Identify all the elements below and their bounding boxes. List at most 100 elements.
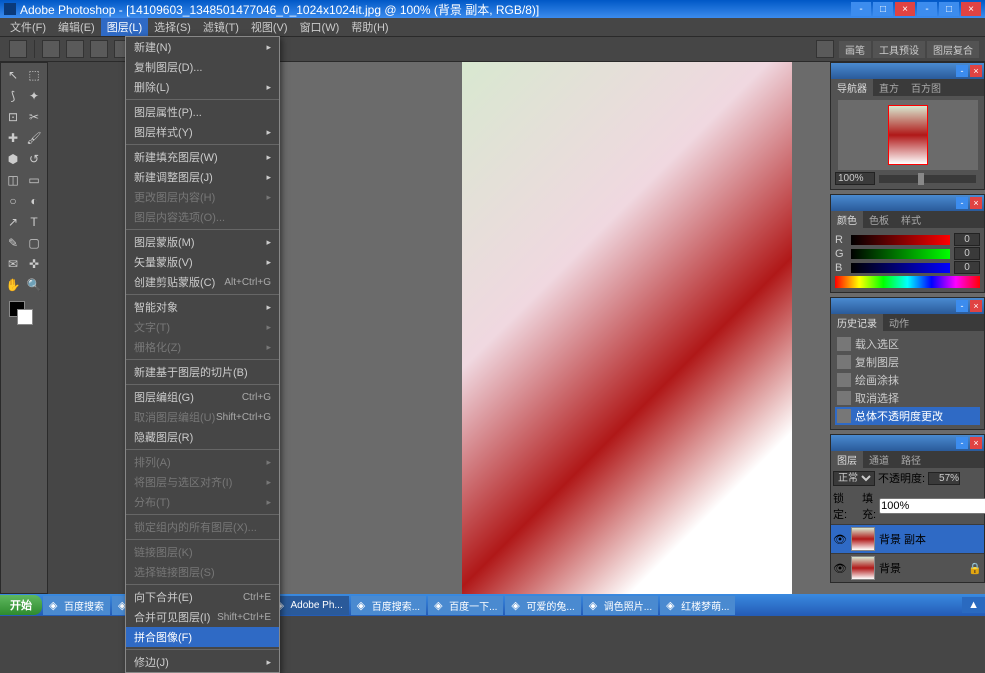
start-button[interactable]: 开始 xyxy=(0,595,42,615)
menu-file[interactable]: 文件(F) xyxy=(4,18,52,36)
menu-item[interactable]: 智能对象 xyxy=(126,297,279,317)
fill-input[interactable] xyxy=(879,498,985,514)
layer-row[interactable]: 👁背景 副本 xyxy=(831,524,984,553)
notes-tool-icon[interactable]: ✉ xyxy=(3,254,23,274)
menu-view[interactable]: 视图(V) xyxy=(245,18,294,36)
doc-maximize-button[interactable]: □ xyxy=(873,2,893,16)
history-item[interactable]: 取消选择 xyxy=(835,389,980,407)
panel-min-icon[interactable]: - xyxy=(956,197,968,209)
info-tab[interactable]: 百方图 xyxy=(905,79,947,96)
taskbar-item[interactable]: ◈可爱的兔... xyxy=(505,596,580,615)
system-tray[interactable]: ▲ xyxy=(962,597,985,613)
zoom-slider[interactable] xyxy=(879,175,976,183)
move-tool-icon[interactable]: ↖ xyxy=(3,65,23,85)
gradient-tool-icon[interactable]: ▭ xyxy=(24,170,44,190)
dodge-tool-icon[interactable]: ◐ xyxy=(24,191,44,211)
option-tab-layercomp[interactable]: 图层复合 xyxy=(927,41,979,58)
menu-item[interactable]: 合并可见图层(I)Shift+Ctrl+E xyxy=(126,607,279,627)
panel-close-icon[interactable]: × xyxy=(970,197,982,209)
r-input[interactable] xyxy=(954,233,980,246)
eye-icon[interactable]: 👁 xyxy=(833,561,847,575)
tool-preset-icon[interactable] xyxy=(9,40,27,58)
app-close-button[interactable]: × xyxy=(961,2,981,16)
history-brush-tool-icon[interactable]: ↺ xyxy=(24,149,44,169)
panel-close-icon[interactable]: × xyxy=(970,437,982,449)
taskbar-item[interactable]: ◈红楼梦萌... xyxy=(660,596,735,615)
panel-min-icon[interactable]: - xyxy=(956,65,968,77)
tray-icon[interactable]: ▲ xyxy=(968,599,979,611)
swatches-tab[interactable]: 色板 xyxy=(863,211,895,228)
app-minimize-button[interactable]: - xyxy=(917,2,937,16)
brush-tool-icon[interactable]: 🖌 xyxy=(24,128,44,148)
layers-tab[interactable]: 图层 xyxy=(831,451,863,468)
blend-mode-select[interactable]: 正常 xyxy=(833,471,875,486)
menu-filter[interactable]: 滤镜(T) xyxy=(197,18,245,36)
menu-item[interactable]: 新建基于图层的切片(B) xyxy=(126,362,279,382)
menu-item[interactable]: 修边(J) xyxy=(126,652,279,672)
navigator-thumb[interactable] xyxy=(838,100,978,170)
panel-close-icon[interactable]: × xyxy=(970,300,982,312)
menu-item[interactable]: 图层编组(G)Ctrl+G xyxy=(126,387,279,407)
g-slider[interactable] xyxy=(851,249,950,259)
menu-item[interactable]: 隐藏图层(R) xyxy=(126,427,279,447)
path-tool-icon[interactable]: ↗ xyxy=(3,212,23,232)
menu-item[interactable]: 新建调整图层(J) xyxy=(126,167,279,187)
opacity-input[interactable] xyxy=(928,472,960,485)
menu-item[interactable]: 图层属性(P)... xyxy=(126,102,279,122)
menu-item[interactable]: 删除(L) xyxy=(126,77,279,97)
r-slider[interactable] xyxy=(851,235,950,245)
crop-tool-icon[interactable]: ⊡ xyxy=(3,107,23,127)
option-tab-brush[interactable]: 画笔 xyxy=(839,41,871,58)
doc-minimize-button[interactable]: - xyxy=(851,2,871,16)
b-input[interactable] xyxy=(954,261,980,274)
app-maximize-button[interactable]: □ xyxy=(939,2,959,16)
taskbar-item[interactable]: ◈百度搜索... xyxy=(351,596,426,615)
history-item[interactable]: 载入选区 xyxy=(835,335,980,353)
history-tab[interactable]: 历史记录 xyxy=(831,314,883,331)
zoom-tool-icon[interactable]: 🔍 xyxy=(24,275,44,295)
histogram-tab[interactable]: 直方 xyxy=(873,79,905,96)
history-item[interactable]: 绘画涂抹 xyxy=(835,371,980,389)
menu-item[interactable]: 向下合并(E)Ctrl+E xyxy=(126,587,279,607)
palette-toggle-icon[interactable] xyxy=(816,40,834,58)
menu-edit[interactable]: 编辑(E) xyxy=(52,18,101,36)
background-swatch[interactable] xyxy=(17,309,33,325)
eraser-tool-icon[interactable]: ◫ xyxy=(3,170,23,190)
menu-item[interactable]: 创建剪贴蒙版(C)Alt+Ctrl+G xyxy=(126,272,279,292)
selection-add-icon[interactable] xyxy=(66,40,84,58)
menu-layer[interactable]: 图层(L) xyxy=(101,18,148,36)
menu-item[interactable]: 矢量蒙版(V) xyxy=(126,252,279,272)
selection-new-icon[interactable] xyxy=(42,40,60,58)
channels-tab[interactable]: 通道 xyxy=(863,451,895,468)
color-tab[interactable]: 颜色 xyxy=(831,211,863,228)
menu-window[interactable]: 窗口(W) xyxy=(294,18,346,36)
stamp-tool-icon[interactable]: ⬢ xyxy=(3,149,23,169)
taskbar-item[interactable]: ◈百度一下... xyxy=(428,596,503,615)
menu-item[interactable]: 拼合图像(F) xyxy=(126,627,279,647)
menu-item[interactable]: 复制图层(D)... xyxy=(126,57,279,77)
canvas-image[interactable] xyxy=(462,62,792,594)
heal-tool-icon[interactable]: ✚ xyxy=(3,128,23,148)
panel-min-icon[interactable]: - xyxy=(956,300,968,312)
menu-item[interactable]: 图层蒙版(M) xyxy=(126,232,279,252)
panel-min-icon[interactable]: - xyxy=(956,437,968,449)
spectrum-bar[interactable] xyxy=(835,276,980,288)
layer-row[interactable]: 👁背景🔒 xyxy=(831,553,984,582)
shape-tool-icon[interactable]: ▢ xyxy=(24,233,44,253)
marquee-tool-icon[interactable]: ⬚ xyxy=(24,65,44,85)
hand-tool-icon[interactable]: ✋ xyxy=(3,275,23,295)
pen-tool-icon[interactable]: ✎ xyxy=(3,233,23,253)
history-item[interactable]: 复制图层 xyxy=(835,353,980,371)
g-input[interactable] xyxy=(954,247,980,260)
zoom-input[interactable] xyxy=(835,172,875,185)
paths-tab[interactable]: 路径 xyxy=(895,451,927,468)
taskbar-item[interactable]: ◈调色照片... xyxy=(583,596,658,615)
menu-item[interactable]: 新建填充图层(W) xyxy=(126,147,279,167)
type-tool-icon[interactable]: T xyxy=(24,212,44,232)
b-slider[interactable] xyxy=(851,263,950,273)
eye-icon[interactable]: 👁 xyxy=(833,532,847,546)
history-item[interactable]: 总体不透明度更改 xyxy=(835,407,980,425)
menu-item[interactable]: 新建(N) xyxy=(126,37,279,57)
wand-tool-icon[interactable]: ✦ xyxy=(24,86,44,106)
panel-close-icon[interactable]: × xyxy=(970,65,982,77)
